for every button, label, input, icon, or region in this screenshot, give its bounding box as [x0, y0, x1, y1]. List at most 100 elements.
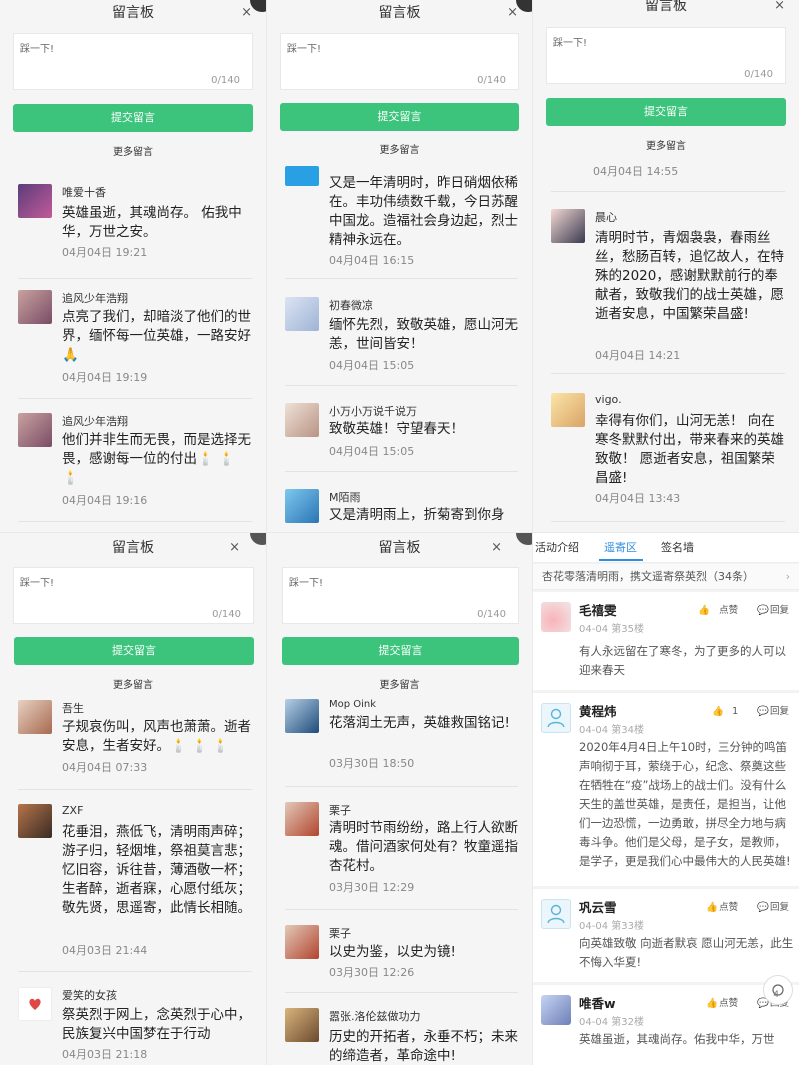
comment-author: vigo.: [595, 393, 622, 406]
comment-body: 又是清明雨上，折菊寄到你身: [329, 507, 505, 523]
reply-button[interactable]: 💬回复: [749, 902, 789, 913]
thumbs-up-icon: 👍: [706, 902, 719, 913]
comment-item: ZXF 花垂泪，燕低飞，清明雨声碎；游子归，轻烟堆，祭祖莫言悲；忆旧容，诉往昔，…: [18, 804, 252, 964]
close-icon[interactable]: ×: [229, 535, 240, 561]
comment-body: 花落润土无声，英雄救国铭记!: [329, 715, 510, 731]
divider: [18, 971, 252, 972]
comment-body: 英雄虽逝，其魂尚存。 佑我中华，万世之安。: [62, 205, 242, 240]
char-counter: 0/140: [744, 69, 773, 80]
message-board-panel-bottom-middle: 留言板 × 踩一下! 0/140 提交留言 更多留言 Mop Oink 花落润土…: [267, 533, 532, 1065]
comment-author: 晨心: [595, 211, 617, 224]
avatar: [551, 393, 585, 427]
comment-time: 04月04日 14:55: [593, 165, 679, 178]
avatar: [551, 209, 585, 243]
topic-text: 杏花零落清明雨，携文遥寄祭英烈（34条）: [542, 570, 754, 583]
submit-button[interactable]: 提交留言: [280, 103, 519, 131]
avatar: [285, 1008, 319, 1042]
avatar: [285, 802, 319, 836]
divider: [18, 521, 252, 522]
message-input[interactable]: 踩一下! 0/140: [282, 567, 519, 624]
post-author: 唯香w: [579, 996, 616, 1011]
comment-item: 又是一年清明时，昨日硝烟依稀在。丰功伟绩数千载，今日苏醒中国龙。造福社会身边起，…: [285, 166, 518, 267]
reply-button[interactable]: 💬回复: [749, 605, 789, 616]
comment-author: 初春微凉: [329, 299, 373, 312]
active-tab-indicator: [599, 559, 643, 561]
like-button[interactable]: 👍点赞: [698, 902, 738, 913]
message-input[interactable]: 踩一下! 0/140: [13, 567, 254, 624]
post-meta: 04-04 第32楼: [579, 1017, 644, 1028]
chevron-right-icon: ›: [785, 570, 790, 583]
post-actions: 👍点赞 💬回复: [682, 602, 789, 616]
comment-body: 历史的开拓者，永垂不朽；未来的缔造者，革命途中!: [329, 1029, 518, 1064]
close-icon[interactable]: ×: [774, 0, 785, 19]
heart-hand-icon: [29, 998, 41, 1010]
post-meta: 04-04 第35楼: [579, 624, 644, 635]
comment-item: 吾生 子规哀伤叫，风声也萧萧。逝者安息，生者安好。🕯️ 🕯️ 🕯️ 04月04日…: [18, 700, 252, 780]
post-author: 黄程炜: [579, 704, 617, 719]
post-meta: 04-04 第34楼: [579, 725, 644, 736]
comment-author: 唯爱十香: [62, 186, 106, 199]
post-actions: 👍 1 💬回复: [696, 703, 789, 717]
post-body: 向英雄致敬 向逝者默哀 愿山河无恙，此生不悔入华夏!: [579, 936, 794, 969]
message-board-panel-top-left: 留言板 × 踩一下! 0/140 提交留言 更多留言 唯爱十香 英雄虽逝，其魂尚…: [0, 0, 266, 532]
board-title: 留言板 ×: [267, 535, 532, 561]
comment-item: Mop Oink 花落润土无声，英雄救国铭记! 03月30日 18:50: [285, 699, 518, 779]
submit-button[interactable]: 提交留言: [546, 98, 786, 126]
like-button[interactable]: 👍 1: [704, 706, 738, 717]
user-placeholder-icon: [547, 904, 565, 924]
comment-body: 子规哀伤叫，风声也萧萧。逝者安息，生者安好。🕯️ 🕯️ 🕯️: [62, 719, 251, 754]
comment-time: 03月30日 18:50: [329, 757, 415, 770]
post-meta: 04-04 第33楼: [579, 921, 644, 932]
submit-button[interactable]: 提交留言: [13, 104, 253, 132]
comment-author: 爱笑的女孩: [62, 989, 117, 1002]
input-placeholder: 踩一下!: [287, 44, 322, 55]
message-input[interactable]: 踩一下! 0/140: [546, 27, 786, 84]
comment-body: 缅怀先烈，致敬英雄，愿山河无恙，世间皆安！: [329, 317, 518, 352]
reply-button[interactable]: 💬回复: [749, 706, 789, 717]
comment-author: 追风少年浩翔: [62, 292, 128, 305]
more-messages-label: 更多留言: [379, 680, 420, 691]
close-icon[interactable]: ×: [491, 535, 502, 561]
like-button[interactable]: 👍点赞: [698, 998, 738, 1009]
comment-item: 嚣张.洛伦兹做功力 历史的开拓者，永垂不朽；未来的缔造者，革命途中!: [285, 1008, 518, 1065]
post-author: 巩云雪: [579, 900, 617, 915]
post-item: 毛禧雯 04-04 第35楼 👍 点赞 💬回复 有人永远留在了寒冬，为了更多的人可…: [533, 592, 799, 690]
comment-time: 04月03日 21:44: [62, 944, 148, 957]
post-actions: 👍点赞 💬回复: [690, 899, 789, 913]
comment-time: 04月04日 19:21: [62, 246, 148, 259]
close-icon[interactable]: ×: [507, 0, 518, 26]
divider: [285, 909, 518, 910]
avatar: [285, 925, 319, 959]
submit-button[interactable]: 提交留言: [14, 637, 254, 665]
char-counter: 0/140: [212, 609, 241, 620]
comment-body: 幸得有你们，山河无恙！ 向在寒冬默默付出，带来春来的英雄致敬！ 愿逝者安息，祖国…: [595, 413, 784, 486]
divider: [285, 786, 518, 787]
like-button[interactable]: 👍点赞: [690, 605, 738, 616]
comment-item: M陌雨 又是清明雨上，折菊寄到你身: [285, 489, 518, 532]
comment-item: 小万小万说千说万 致敬英雄！守望春天！ 04月04日 15:05: [285, 403, 518, 463]
input-placeholder: 踩一下!: [553, 38, 588, 49]
avatar: [541, 995, 571, 1025]
comment-time: 03月30日 12:29: [329, 881, 415, 894]
avatar: [285, 166, 319, 186]
board-title: 留言板 ×: [267, 0, 532, 26]
message-input[interactable]: 踩一下! 0/140: [13, 33, 253, 90]
topic-banner[interactable]: 杏花零落清明雨，携文遥寄祭英烈（34条） ›: [533, 564, 799, 590]
more-messages-label: 更多留言: [113, 680, 153, 691]
submit-button[interactable]: 提交留言: [282, 637, 519, 665]
tab-activity-intro[interactable]: 活动介绍: [535, 539, 579, 555]
char-counter: 0/140: [477, 609, 506, 620]
comment-item: 初春微凉 缅怀先烈，致敬英雄，愿山河无恙，世间皆安！ 04月04日 15:05: [285, 297, 518, 377]
more-messages-label: 更多留言: [646, 141, 686, 152]
tab-signature-wall[interactable]: 签名墙: [661, 539, 694, 555]
divider: [18, 789, 252, 790]
message-input[interactable]: 踩一下! 0/140: [280, 33, 519, 90]
comment-author: 追风少年浩翔: [62, 415, 128, 428]
tab-remembrance[interactable]: 遥寄区: [604, 539, 637, 555]
comment-body: 点亮了我们，却暗淡了他们的世界，缅怀每一位英雄，一路安好🙏: [62, 309, 251, 363]
avatar: [18, 413, 52, 447]
close-icon[interactable]: ×: [241, 0, 252, 26]
avatar: [541, 703, 571, 733]
comment-body: 他们并非生而无畏，而是选择无畏，感谢每一位的付出🕯️ 🕯️ 🕯️: [62, 432, 251, 486]
board-title: 留言板 ×: [0, 535, 266, 561]
